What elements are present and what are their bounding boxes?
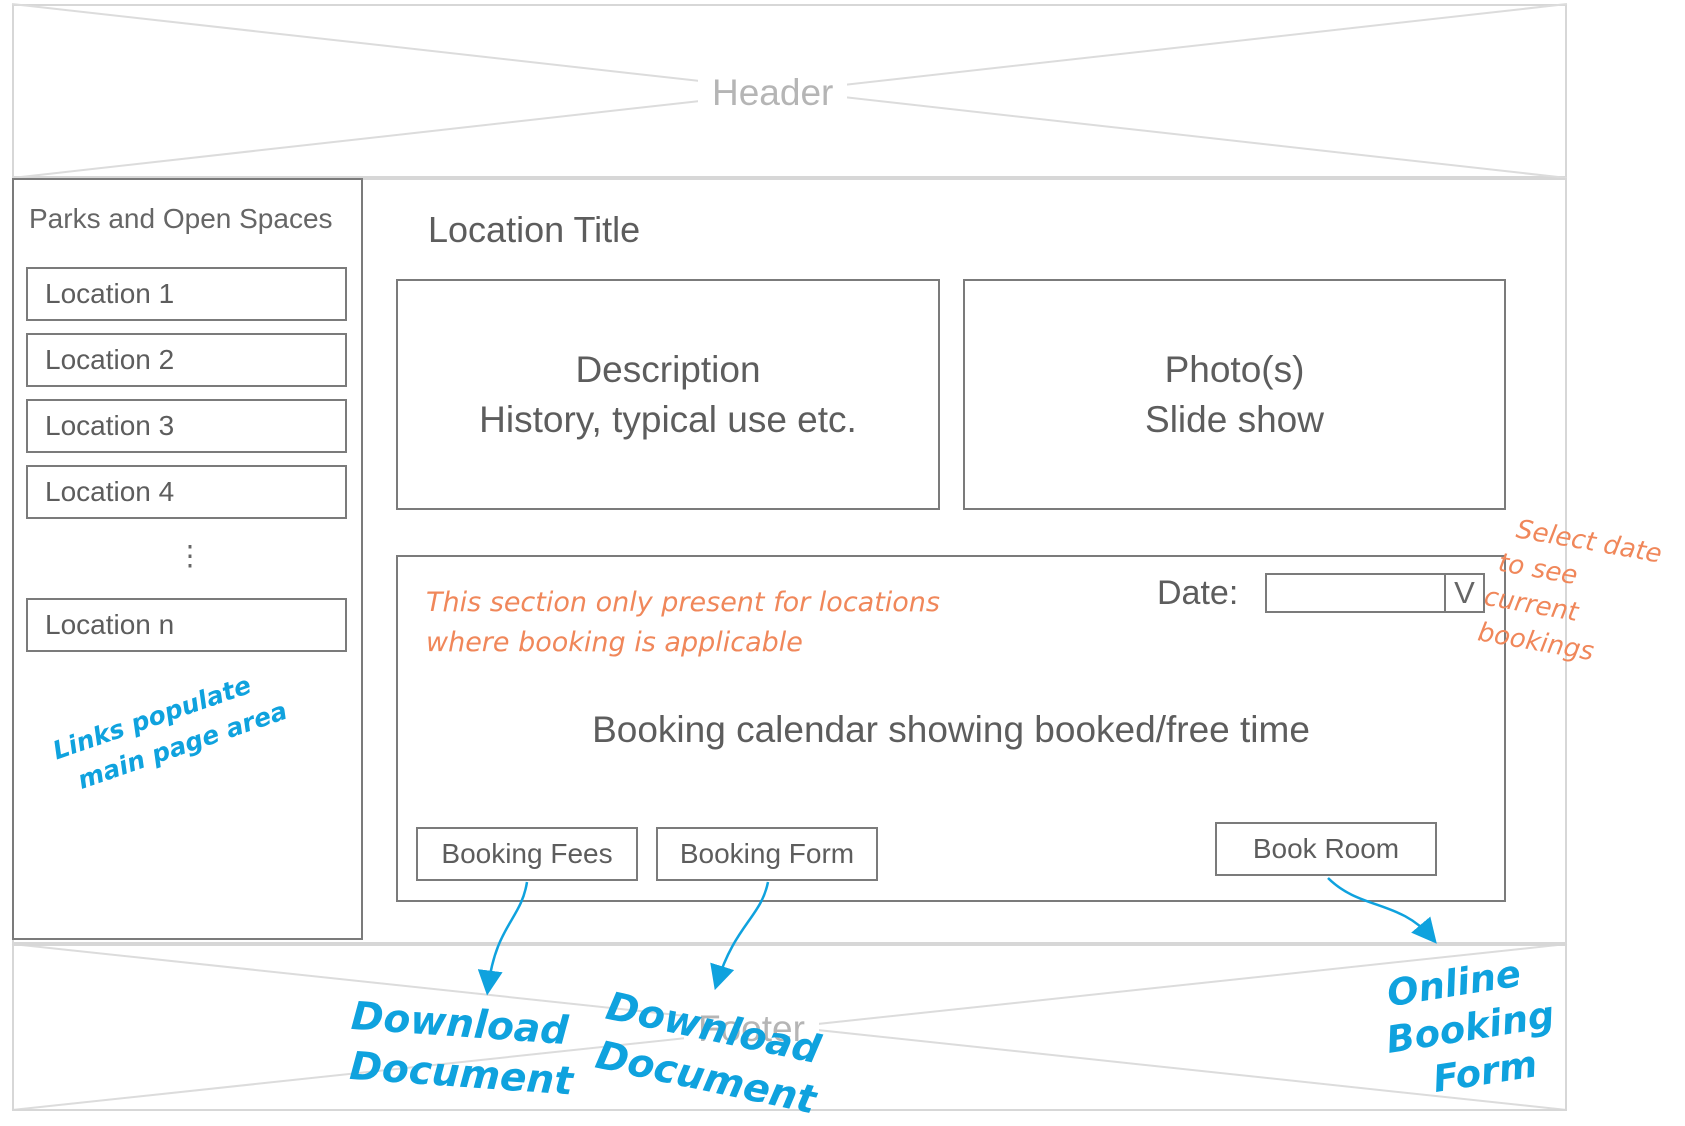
- download-document-note-1: Download Document: [346, 992, 578, 1107]
- flow-arrows: [477, 877, 1437, 996]
- online-booking-form-note: Online Booking Form: [1376, 947, 1565, 1110]
